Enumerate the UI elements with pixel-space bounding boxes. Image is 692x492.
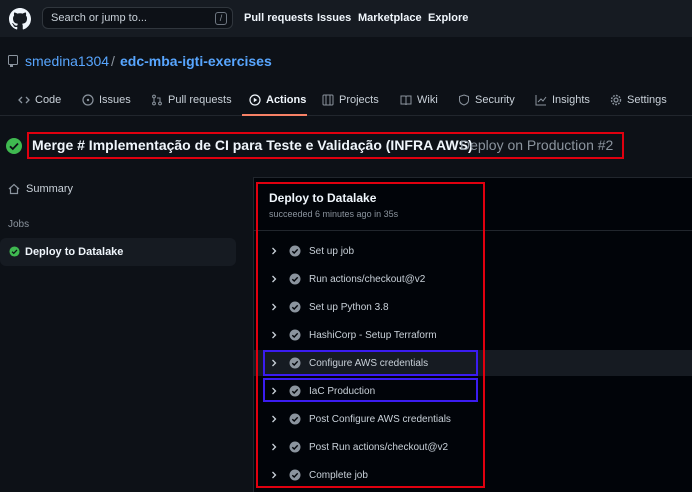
sidebar-job-deploy-to-datalake[interactable]: Deploy to Datalake [0, 238, 236, 266]
top-navigation-bar: Search or jump to... / Pull requests Iss… [0, 0, 692, 37]
table-icon [322, 94, 334, 106]
issue-icon [82, 94, 94, 106]
tab-wiki[interactable]: Wiki [400, 94, 438, 106]
tab-label: Pull requests [168, 94, 232, 106]
graph-icon [535, 95, 547, 106]
tab-pull-requests[interactable]: Pull requests [151, 94, 232, 106]
repo-name-link[interactable]: edc-mba-igti-exercises [120, 53, 272, 69]
job-annotation-red-box [256, 182, 485, 488]
tab-code[interactable]: Code [18, 94, 61, 106]
tab-label: Security [475, 94, 515, 106]
tab-label: Issues [99, 94, 131, 106]
success-check-icon [6, 138, 22, 154]
repo-icon [8, 55, 18, 67]
book-icon [400, 95, 412, 106]
gear-icon [610, 94, 622, 106]
nav-marketplace[interactable]: Marketplace [358, 12, 422, 24]
search-input[interactable]: Search or jump to... / [42, 7, 233, 29]
tab-label: Projects [339, 94, 379, 106]
repo-owner-link[interactable]: smedina1304 [25, 53, 109, 69]
success-check-icon [9, 246, 20, 257]
tab-security[interactable]: Security [458, 94, 515, 106]
sidebar-summary-link[interactable]: Summary [8, 183, 73, 195]
repo-separator: / [111, 53, 115, 69]
title-annotation-red-box [27, 132, 624, 159]
tab-projects[interactable]: Projects [322, 94, 379, 106]
repo-tabs: Code Issues Pull requests Actions Projec… [0, 86, 692, 116]
nav-pull-requests[interactable]: Pull requests [244, 12, 313, 24]
tab-label: Wiki [417, 94, 438, 106]
tab-insights[interactable]: Insights [535, 94, 590, 106]
sidebar-jobs-heading: Jobs [8, 219, 30, 230]
home-icon [8, 183, 20, 195]
shield-icon [459, 94, 469, 106]
step-annotation-blue-box [263, 378, 478, 402]
tab-issues[interactable]: Issues [82, 94, 131, 106]
tab-label: Insights [552, 94, 590, 106]
sidebar-job-label: Deploy to Datalake [25, 246, 124, 258]
sidebar-summary-label: Summary [26, 183, 74, 195]
step-annotation-blue-box [263, 350, 478, 376]
nav-issues[interactable]: Issues [317, 12, 351, 24]
tab-label: Settings [627, 94, 667, 106]
pull-request-icon [152, 94, 162, 106]
play-icon [249, 94, 261, 106]
active-tab-indicator [242, 114, 307, 116]
tab-label: Code [35, 94, 62, 106]
search-placeholder: Search or jump to... [51, 12, 147, 24]
github-logo-icon[interactable] [9, 8, 31, 30]
tab-actions[interactable]: Actions [249, 94, 306, 106]
search-shortcut-key: / [215, 12, 227, 25]
code-icon [18, 96, 30, 104]
tab-label: Actions [266, 94, 307, 106]
tab-settings[interactable]: Settings [610, 94, 667, 106]
nav-explore[interactable]: Explore [428, 12, 468, 24]
